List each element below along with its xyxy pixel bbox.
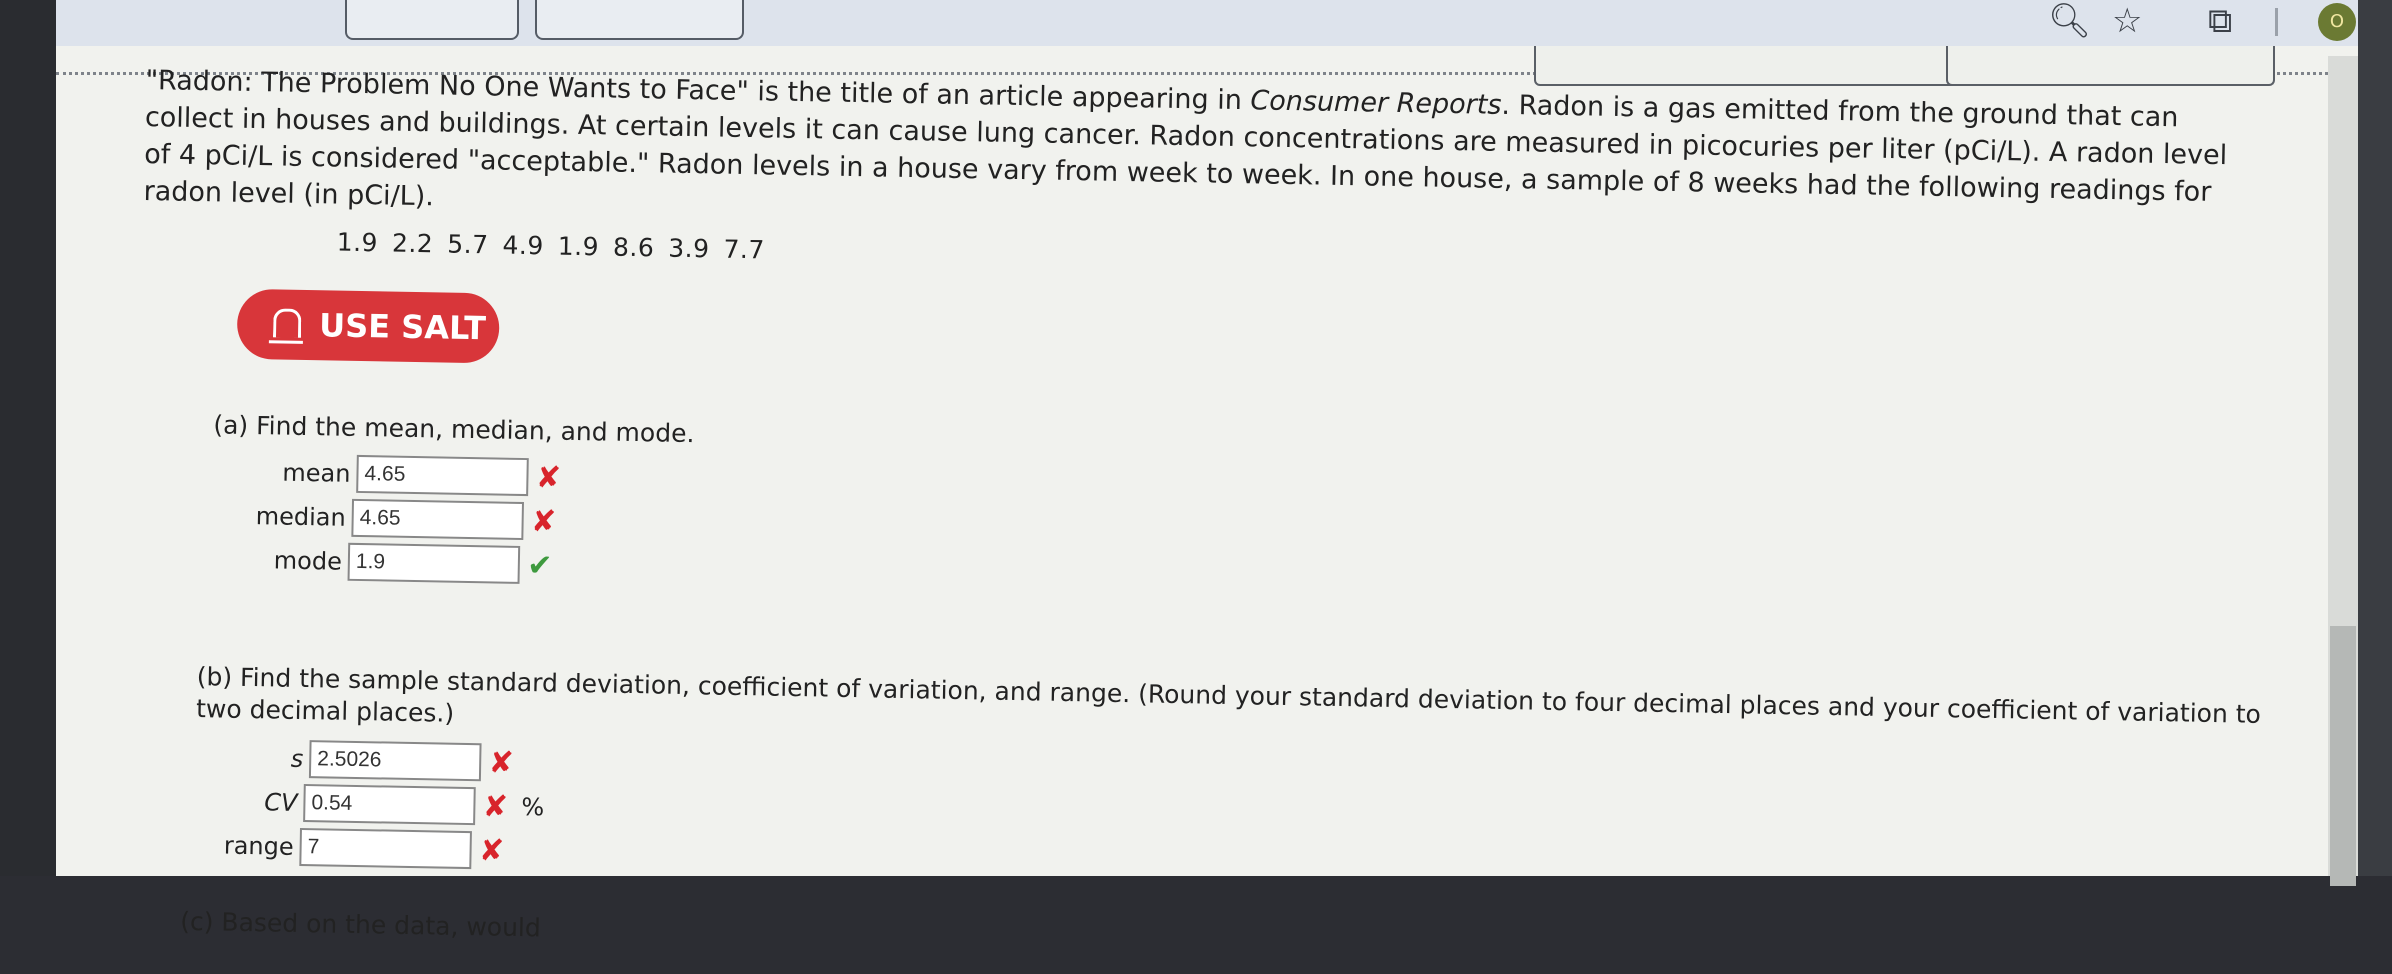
data-value: 5.7 [446,229,489,260]
frame-tab[interactable] [1946,46,2275,86]
incorrect-x-icon: ✘ [488,744,515,781]
range-input[interactable] [299,827,472,870]
browser-toolbar: 🔍︎ ☆ ⧉ O [0,0,2392,46]
data-value: 4.9 [502,230,545,261]
browser-tab[interactable] [345,0,519,40]
cv-label: CV [264,788,298,817]
median-input[interactable] [351,498,525,540]
data-value: 7.7 [723,234,766,265]
mean-input[interactable] [356,454,529,497]
percent-unit: % [521,793,545,822]
toolbar-divider [2275,8,2278,36]
screen-bezel-right [2358,0,2392,876]
star-icon[interactable]: ☆ [2112,4,2142,38]
correct-check-icon: ✔ [526,547,553,584]
screen-bezel-left [0,0,56,876]
browser-tab[interactable] [535,0,744,40]
profile-avatar[interactable]: O [2318,3,2356,41]
extension-icon[interactable]: ⧉ [2208,4,2232,38]
mode-label: mode [273,546,343,576]
question-content: "Radon: The Problem No One Wants to Face… [130,62,2261,973]
range-label: range [223,831,294,861]
part-b-answers: s ✘ CV ✘ % range ✘ [131,734,2233,904]
mean-label: mean [282,458,351,488]
s-label: s [290,744,304,773]
zoom-icon[interactable]: 🔍︎ [2048,4,2091,38]
salt-button-label: USE SALT [318,306,487,348]
incorrect-x-icon: ✘ [530,503,557,540]
incorrect-x-icon: ✘ [535,459,562,496]
frame-tab[interactable] [1534,46,1992,86]
mode-input[interactable] [347,542,521,584]
data-value: 1.9 [557,231,600,262]
part-c-question: (c) Based on the data, would [179,906,542,943]
incorrect-x-icon: ✘ [482,788,509,825]
salt-icon [268,305,304,344]
median-label: median [255,502,346,532]
data-value: 8.6 [612,232,655,263]
std-dev-input[interactable] [308,740,482,782]
incorrect-x-icon: ✘ [478,832,505,869]
data-value: 2.2 [391,228,434,259]
scrollbar[interactable] [2328,56,2358,886]
data-value: 1.9 [336,227,379,258]
scrollbar-thumb[interactable] [2330,626,2356,886]
use-salt-button[interactable]: USE SALT [236,288,500,364]
data-value: 3.9 [668,233,710,264]
cv-input[interactable] [303,784,476,826]
part-a-answers: mean ✘ median ✘ mode ✔ [137,448,2239,618]
